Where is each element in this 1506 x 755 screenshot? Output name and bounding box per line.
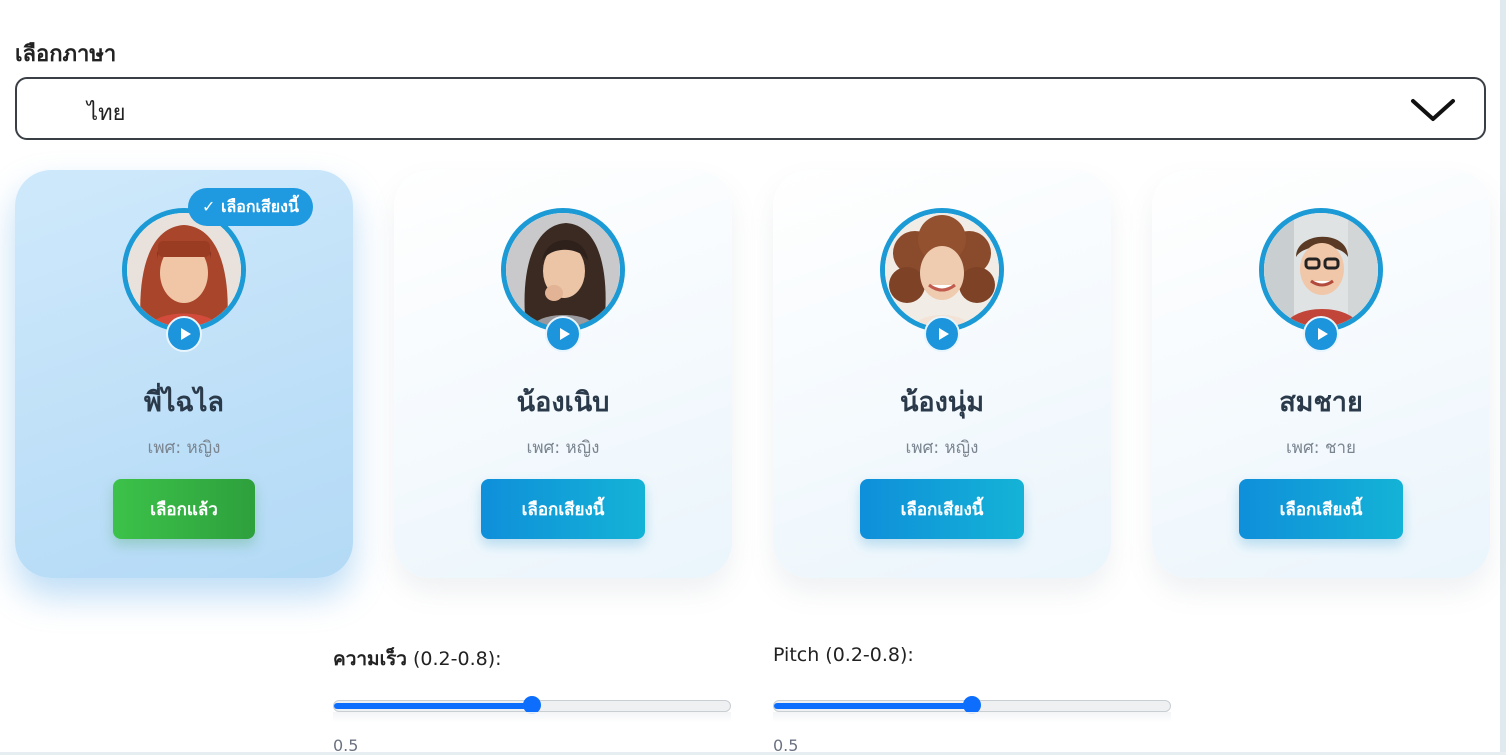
- avatar: [501, 208, 625, 332]
- speed-slider-shadow: [333, 712, 731, 722]
- voice-gender: เพศ: ชาย: [1286, 438, 1356, 458]
- voice-card-0[interactable]: ✓ เลือกเสียงนี้ พี่ไฉไล เพศ: หญิง เลือกแ…: [15, 170, 353, 578]
- window-edge-right: [1500, 0, 1506, 755]
- voice-card-1[interactable]: น้องเนิบ เพศ: หญิง เลือกเสียงนี้: [394, 170, 732, 578]
- voice-gender: เพศ: หญิง: [147, 438, 221, 458]
- voice-card-3[interactable]: สมชาย เพศ: ชาย เลือกเสียงนี้: [1152, 170, 1490, 578]
- play-icon[interactable]: [1303, 316, 1339, 352]
- select-voice-button[interactable]: เลือกเสียงนี้: [1239, 479, 1403, 539]
- speed-label: ความเร็ว (0.2-0.8):: [333, 644, 502, 674]
- avatar-wrap: [501, 208, 625, 352]
- play-icon[interactable]: [166, 316, 202, 352]
- voice-gender: เพศ: หญิง: [526, 438, 600, 458]
- avatar: [122, 208, 246, 332]
- select-voice-button[interactable]: เลือกเสียงนี้: [481, 479, 645, 539]
- speed-label-bold: ความเร็ว: [333, 648, 407, 670]
- play-icon[interactable]: [924, 316, 960, 352]
- pitch-slider-fill: [774, 703, 972, 709]
- avatar-wrap: [122, 208, 246, 352]
- language-selected-value: ไทย: [87, 101, 126, 126]
- pitch-value: 0.5: [773, 736, 799, 755]
- voice-name: สมชาย: [1279, 387, 1363, 418]
- pitch-label: Pitch (0.2-0.8):: [773, 644, 914, 666]
- selected-button[interactable]: เลือกแล้ว: [113, 479, 255, 539]
- language-label: เลือกภาษา: [15, 42, 117, 67]
- avatar: [880, 208, 1004, 332]
- speed-slider-fill: [334, 703, 532, 709]
- play-icon[interactable]: [545, 316, 581, 352]
- avatar: [1259, 208, 1383, 332]
- language-select[interactable]: ไทย: [15, 77, 1486, 140]
- select-voice-button[interactable]: เลือกเสียงนี้: [860, 479, 1024, 539]
- chevron-down-icon: [1411, 99, 1455, 121]
- pitch-slider[interactable]: [773, 696, 1171, 714]
- voice-name: พี่ไฉไล: [144, 387, 224, 418]
- selected-badge: ✓ เลือกเสียงนี้: [188, 188, 313, 226]
- avatar-wrap: [1259, 208, 1383, 352]
- pitch-slider-shadow: [773, 712, 1171, 722]
- speed-slider[interactable]: [333, 696, 731, 714]
- speed-value: 0.5: [333, 736, 359, 755]
- voice-name: น้องเนิบ: [516, 387, 610, 418]
- voice-name: น้องนุ่ม: [899, 387, 985, 418]
- speed-label-range: (0.2-0.8):: [406, 648, 502, 670]
- voice-gender: เพศ: หญิง: [905, 438, 979, 458]
- voice-card-2[interactable]: น้องนุ่ม เพศ: หญิง เลือกเสียงนี้: [773, 170, 1111, 578]
- avatar-wrap: [880, 208, 1004, 352]
